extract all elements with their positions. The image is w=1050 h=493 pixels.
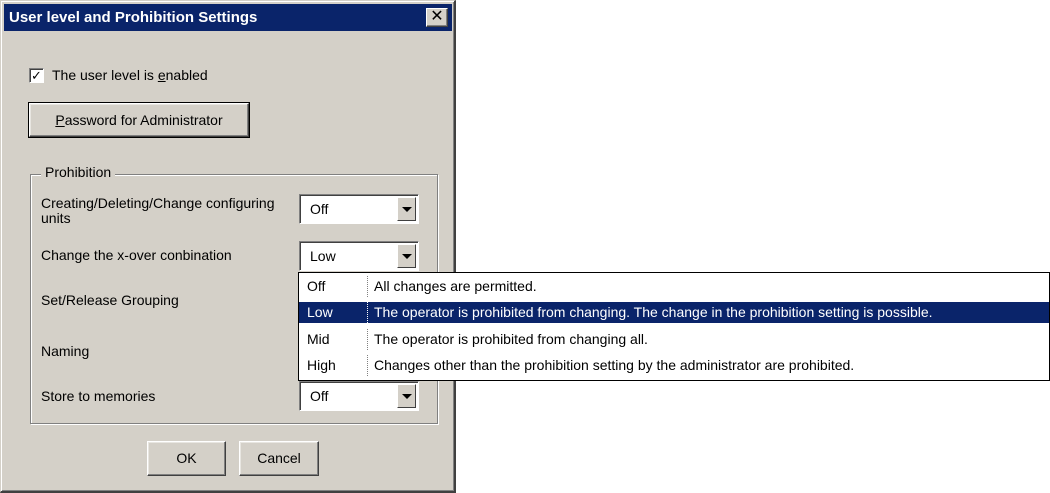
- user-level-checkbox-label: The user level is enabled: [52, 67, 208, 83]
- combo-value: Low: [310, 248, 336, 264]
- naming-label: Naming: [41, 343, 90, 359]
- creating-deleting-label: Creating/Deleting/Change configuring uni…: [41, 195, 275, 226]
- option-code: High: [307, 357, 336, 373]
- creating-deleting-combo[interactable]: Off: [299, 194, 419, 224]
- chevron-down-icon[interactable]: [397, 197, 416, 221]
- xover-combination-label: Change the x-over conbination: [41, 247, 232, 263]
- option-description: Changes other than the prohibition setti…: [367, 355, 1049, 376]
- dropdown-option-high[interactable]: High Changes other than the prohibition …: [299, 355, 1049, 376]
- settings-dialog: User level and Prohibition Settings ✕ ✓ …: [0, 0, 456, 493]
- dropdown-option-low[interactable]: Low The operator is prohibited from chan…: [299, 302, 1049, 323]
- dropdown-option-mid[interactable]: Mid The operator is prohibited from chan…: [299, 329, 1049, 350]
- dialog-title: User level and Prohibition Settings: [9, 9, 258, 26]
- prohibition-level-dropdown: Off All changes are permitted. Low The o…: [298, 272, 1050, 381]
- option-description: All changes are permitted.: [367, 276, 1049, 297]
- chevron-down-icon[interactable]: [397, 384, 416, 408]
- option-description: The operator is prohibited from changing…: [367, 329, 1049, 350]
- prohibition-group-title: Prohibition: [41, 164, 116, 180]
- title-bar[interactable]: User level and Prohibition Settings ✕: [4, 4, 452, 31]
- ok-button[interactable]: OK: [147, 441, 226, 476]
- combo-value: Off: [310, 201, 329, 217]
- close-icon: ✕: [430, 8, 444, 25]
- option-code: Off: [307, 278, 326, 294]
- dropdown-option-off[interactable]: Off All changes are permitted.: [299, 276, 1049, 297]
- option-description: The operator is prohibited from changing…: [367, 302, 1049, 323]
- grouping-label: Set/Release Grouping: [41, 292, 179, 308]
- cancel-button[interactable]: Cancel: [239, 441, 319, 476]
- xover-combination-combo[interactable]: Low: [299, 241, 419, 271]
- option-code: Low: [307, 304, 333, 320]
- option-code: Mid: [307, 331, 330, 347]
- close-button[interactable]: ✕: [426, 8, 448, 27]
- chevron-down-icon[interactable]: [397, 244, 416, 268]
- user-level-checkbox[interactable]: ✓: [29, 68, 44, 83]
- combo-value: Off: [310, 388, 329, 404]
- store-to-memories-label: Store to memories: [41, 388, 156, 404]
- checkmark-icon: ✓: [31, 68, 42, 83]
- store-to-memories-combo[interactable]: Off: [299, 381, 419, 411]
- password-for-administrator-button[interactable]: Password for Administrator: [28, 102, 250, 138]
